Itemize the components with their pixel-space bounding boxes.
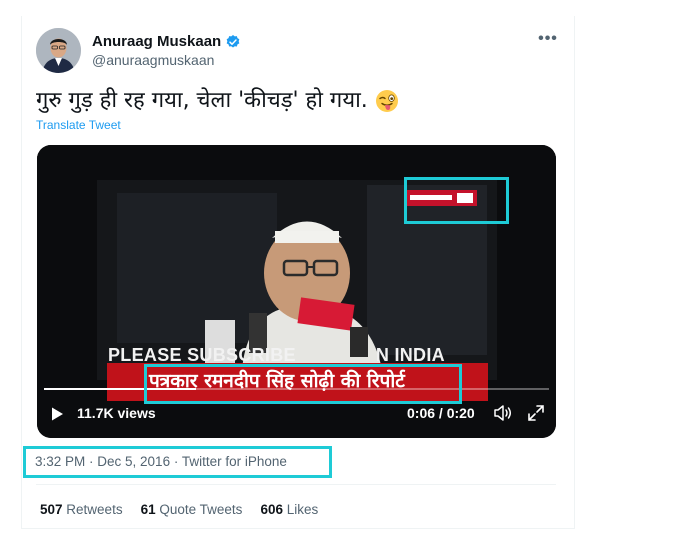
volume-icon[interactable] (493, 404, 513, 422)
divider (36, 484, 556, 485)
user-name-row[interactable]: Anuraag Muskaan (92, 33, 241, 50)
avatar-image (36, 28, 81, 73)
user-handle[interactable]: @anuraagmuskaan (92, 52, 214, 68)
retweets-stat[interactable]: 507 Retweets (40, 502, 123, 517)
video-controls: 11.7K views 0:06 / 0:20 (37, 398, 556, 428)
subscribe-text-right: N INDIA (375, 345, 445, 365)
tweet-text: गुरु गुड़ ही रह गया, चेला 'कीचड़' हो गया… (36, 84, 399, 114)
fullscreen-icon[interactable] (527, 404, 545, 422)
video-player[interactable]: PLEASE SUBSCRIBE N INDIA पत्रकार रमनदीप स… (37, 145, 556, 438)
quote-tweets-stat[interactable]: 61 Quote Tweets (141, 502, 243, 517)
translate-tweet-link[interactable]: Translate Tweet (36, 118, 121, 132)
quote-tweets-label: Quote Tweets (159, 502, 243, 517)
winking-face-with-tongue-icon (375, 90, 398, 112)
tweet-stats: 507 Retweets 61 Quote Tweets 606 Likes (40, 502, 318, 517)
verified-badge-icon (226, 34, 240, 48)
likes-label: Likes (286, 502, 319, 517)
quote-tweets-count: 61 (140, 502, 156, 517)
likes-stat[interactable]: 606 Likes (260, 502, 318, 517)
retweets-label: Retweets (66, 502, 123, 517)
tweet-text-body: गुरु गुड़ ही रह गया, चेला 'कीचड़' हो गया… (36, 88, 368, 113)
retweets-count: 507 (40, 502, 63, 517)
tweet-timestamp[interactable]: 3:32 PM · Dec 5, 2016 · Twitter for iPho… (35, 454, 287, 469)
view-count: 11.7K views (77, 405, 156, 421)
play-icon[interactable] (49, 406, 65, 422)
video-progress-fill (44, 388, 196, 390)
likes-count: 606 (260, 502, 283, 517)
video-time: 0:06 / 0:20 (407, 405, 475, 421)
avatar[interactable] (36, 28, 81, 73)
subscribe-text-left: PLEASE SUBSCRIBE (108, 345, 296, 365)
display-name[interactable]: Anuraag Muskaan (92, 33, 221, 50)
more-options-icon[interactable]: ••• (536, 31, 560, 50)
